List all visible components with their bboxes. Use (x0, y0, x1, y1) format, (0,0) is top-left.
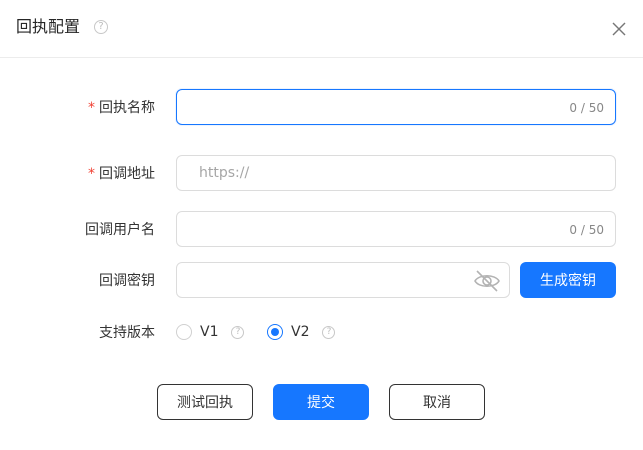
generate-secret-button[interactable]: 生成密钥 (520, 262, 616, 298)
dialog-title: 回执配置 (16, 17, 81, 36)
submit-button[interactable]: 提交 (273, 384, 369, 420)
callback-url-label: * 回调地址 (88, 166, 155, 182)
eye-off-icon[interactable] (473, 268, 501, 294)
help-icon[interactable]: ? (322, 325, 336, 339)
radio-v1-circle[interactable] (176, 324, 192, 340)
receipt-name-input[interactable] (177, 90, 615, 124)
callback-url-field[interactable] (176, 155, 616, 191)
callback-secret-label: 回调密钥 (99, 273, 155, 289)
version-label: 支持版本 (99, 325, 155, 341)
radio-v1[interactable]: V1 ? (176, 321, 245, 343)
callback-username-label: 回调用户名 (85, 222, 155, 238)
callback-secret-input[interactable] (177, 263, 509, 297)
help-icon[interactable]: ? (231, 325, 245, 339)
cancel-button[interactable]: 取消 (389, 384, 485, 420)
callback-url-input[interactable] (177, 156, 615, 190)
test-receipt-button[interactable]: 测试回执 (157, 384, 253, 420)
char-counter: 0 / 50 (569, 101, 604, 115)
callback-secret-field[interactable] (176, 262, 510, 298)
radio-v2-label: V2 (291, 324, 310, 340)
radio-v2-circle[interactable] (267, 324, 283, 340)
close-icon[interactable] (610, 20, 628, 38)
radio-v1-label: V1 (200, 324, 219, 340)
dialog-header: 回执配置 ? (0, 0, 643, 58)
char-counter: 0 / 50 (569, 223, 604, 237)
receipt-config-dialog: 回执配置 ? *回执名称 0 / 50 *回调地址 回调用户名 0 / 50 回… (0, 0, 643, 450)
help-icon[interactable]: ? (94, 20, 108, 34)
receipt-name-field[interactable]: 0 / 50 (176, 89, 616, 125)
radio-v2[interactable]: V2 ? (267, 321, 336, 343)
required-marker: * (88, 166, 95, 182)
callback-username-field[interactable]: 0 / 50 (176, 211, 616, 247)
receipt-name-label: * 回执名称 (88, 100, 155, 116)
callback-username-input[interactable] (177, 212, 615, 246)
required-marker: * (88, 100, 95, 116)
